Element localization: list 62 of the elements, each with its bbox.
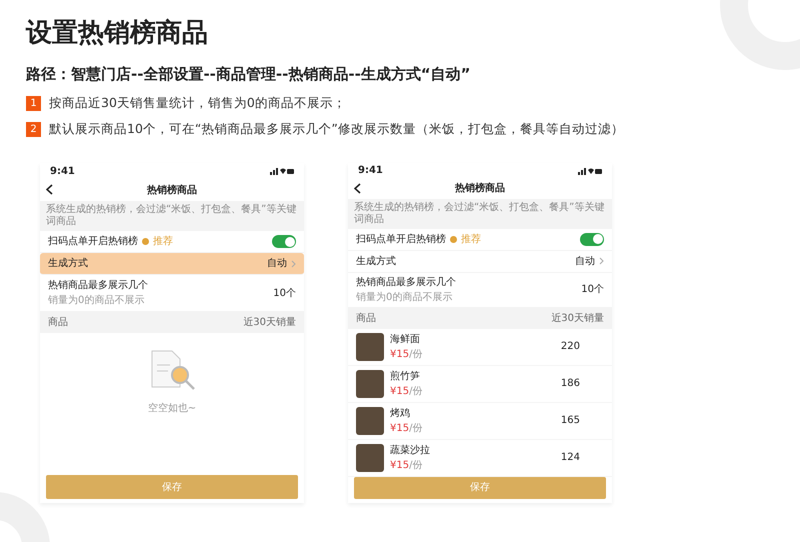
status-icons <box>270 167 294 176</box>
product-price: ¥15 <box>390 460 410 471</box>
column-header: 近30天销量 <box>551 312 604 326</box>
recommend-tag: 推荐 <box>461 232 481 247</box>
back-icon[interactable] <box>354 183 361 194</box>
setting-label: 扫码点单开启热销榜 <box>48 234 138 250</box>
product-name: 蔬菜沙拉 <box>390 444 431 458</box>
note-text: 按商品近30天销售量统计，销售为0的商品不展示； <box>49 94 346 112</box>
price-unit: /份 <box>409 386 422 397</box>
photo-placeholder <box>356 370 384 398</box>
setting-value: 自动 <box>267 257 287 272</box>
status-icons <box>578 166 602 175</box>
setting-label: 生成方式 <box>356 254 396 269</box>
status-time: 9:41 <box>50 164 75 179</box>
page-title: 设置热销榜商品 <box>26 18 209 50</box>
price-unit: /份 <box>409 460 422 471</box>
chevron-right-icon <box>291 260 296 268</box>
toggle-switch[interactable] <box>580 232 604 246</box>
photo-placeholder <box>356 332 384 361</box>
setting-label: 生成方式 <box>48 256 88 272</box>
sales-count: 165 <box>560 414 580 428</box>
setting-value: 自动 <box>575 254 595 269</box>
sales-count: 220 <box>560 340 580 354</box>
setting-hint: 销量为0的商品不展示 <box>48 294 146 308</box>
empty-state-text: 空空如也~ <box>148 402 196 416</box>
sales-count: 124 <box>560 451 580 466</box>
product-name: 煎竹笋 <box>390 370 421 384</box>
notice-text: 系统生成的热销榜，会过滤“米饭、打包盒、餐具”等关键词商品 <box>348 198 612 229</box>
setting-row[interactable]: 生成方式 自动 <box>348 250 612 273</box>
column-header: 商品 <box>356 312 376 326</box>
column-header: 商品 <box>48 316 68 330</box>
note-text: 默认展示商品10个，可在“热销商品最多展示几个”修改展示数量（米饭，打包盒，餐具等自动过滤） <box>49 120 624 138</box>
product-name: 烤鸡 <box>390 406 411 421</box>
screen-title: 热销榜商品 <box>455 181 505 196</box>
price-unit: /份 <box>409 422 422 434</box>
photo-placeholder <box>356 444 384 472</box>
setting-value: 10个 <box>581 283 604 298</box>
setting-label: 热销商品最多展示几个 <box>356 276 456 290</box>
setting-value: 10个 <box>273 286 296 301</box>
product-price: ¥15 <box>390 386 410 397</box>
status-time: 9:41 <box>358 164 383 178</box>
toggle-switch[interactable] <box>272 235 296 248</box>
price-unit: /份 <box>409 348 422 360</box>
photo-placeholder <box>356 406 384 435</box>
chevron-right-icon <box>599 257 604 266</box>
navigation-path: 路径：智慧门店--全部设置--商品管理--热销商品--生成方式“自动” <box>26 64 472 86</box>
column-header: 近30天销量 <box>243 316 296 330</box>
setting-label: 扫码点单开启热销榜 <box>356 232 446 247</box>
product-price: ¥15 <box>390 422 410 434</box>
sales-count: 186 <box>560 377 580 392</box>
setting-label: 热销商品最多展示几个 <box>48 278 148 294</box>
step-number: 2 <box>26 122 41 138</box>
back-icon[interactable] <box>46 184 53 196</box>
notice-text: 系统生成的热销榜，会过滤“米饭、打包盒、餐具”等关键词商品 <box>40 201 304 232</box>
product-price: ¥15 <box>390 348 410 360</box>
step-number: 1 <box>26 96 41 111</box>
setting-hint: 销量为0的商品不展示 <box>356 290 454 305</box>
screen-title: 热销榜商品 <box>147 183 197 198</box>
setting-row[interactable]: 扫码点单开启热销榜 推荐 <box>348 228 612 251</box>
product-name: 海鲜面 <box>390 332 421 347</box>
recommend-tag: 推荐 <box>153 234 173 250</box>
setting-row[interactable]: 生成方式 自动 <box>40 253 304 276</box>
